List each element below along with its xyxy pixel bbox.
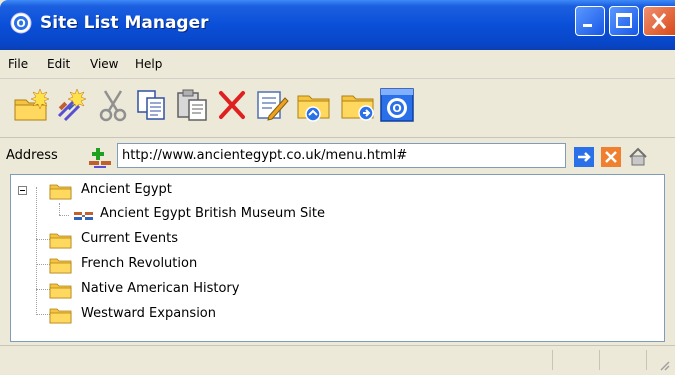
copy-icon[interactable] [133,86,171,124]
tree-item-label: Native American History [81,281,240,296]
go-arrow-icon[interactable] [574,147,594,167]
folder-icon [49,258,72,274]
tree-item-british-museum-site[interactable]: Ancient Egypt British Museum Site [11,203,651,227]
folder-open-icon [49,184,72,200]
minimize-icon [583,24,592,27]
new-folder-icon[interactable] [12,86,50,124]
web-link-icon [74,212,93,220]
app-globe-icon: O [10,12,32,34]
delete-icon[interactable] [213,86,251,124]
maximize-icon [616,13,632,28]
add-link-icon[interactable] [86,145,114,171]
folder-up-icon[interactable] [295,86,333,124]
tree-item-french-revolution[interactable]: French Revolution [11,253,651,277]
menu-view[interactable]: View [90,57,118,71]
address-bar: Address [0,138,675,174]
collapse-toggle[interactable] [18,186,27,195]
tree-item-label: Ancient Egypt [81,182,172,197]
toolbar: O [0,79,675,138]
tree-item-westward-expansion[interactable]: Westward Expansion [11,303,651,327]
paste-icon[interactable] [173,86,211,124]
site-list-manager-window: O Site List Manager File Edit View Help [0,0,675,375]
tree-item-label: French Revolution [81,256,198,271]
tree-item-native-american-history[interactable]: Native American History [11,278,651,302]
svg-text:O: O [392,102,401,115]
tree-item-label: Ancient Egypt British Museum Site [100,206,325,221]
maximize-button[interactable] [609,6,639,36]
close-icon [651,13,667,29]
new-site-icon[interactable] [53,86,91,124]
svg-text:O: O [16,17,25,30]
menu-bar: File Edit View Help [0,50,675,79]
tree-item-ancient-egypt[interactable]: Ancient Egypt [11,179,651,203]
edit-properties-icon[interactable] [253,86,291,124]
folder-icon [49,283,72,299]
tree-item-label: Westward Expansion [81,306,217,321]
status-bar [0,345,675,375]
tree-item-current-events[interactable]: Current Events [11,228,651,252]
link-settings-icon[interactable] [628,147,648,167]
folder-icon [49,233,72,249]
title-bar[interactable]: O Site List Manager [0,0,675,50]
address-label: Address [6,148,58,163]
folder-go-icon[interactable] [339,86,377,124]
cut-icon[interactable] [94,86,132,124]
status-panel-divider [646,350,647,370]
close-button[interactable] [643,6,675,36]
site-tree[interactable]: Ancient Egypt Ancient Egypt British Muse… [10,174,665,342]
menu-file[interactable]: File [8,57,28,71]
status-panel-divider [552,350,553,370]
clear-address-icon[interactable] [601,147,621,167]
menu-help[interactable]: Help [135,57,162,71]
minimize-button[interactable] [575,6,605,36]
menu-edit[interactable]: Edit [47,57,70,71]
tree-item-label: Current Events [81,231,178,246]
status-panel-divider [599,350,600,370]
address-input[interactable] [117,143,566,168]
folder-icon [49,308,72,324]
about-icon[interactable]: O [378,86,416,124]
window-title: Site List Manager [40,13,209,33]
resize-grip-icon[interactable] [657,358,671,372]
